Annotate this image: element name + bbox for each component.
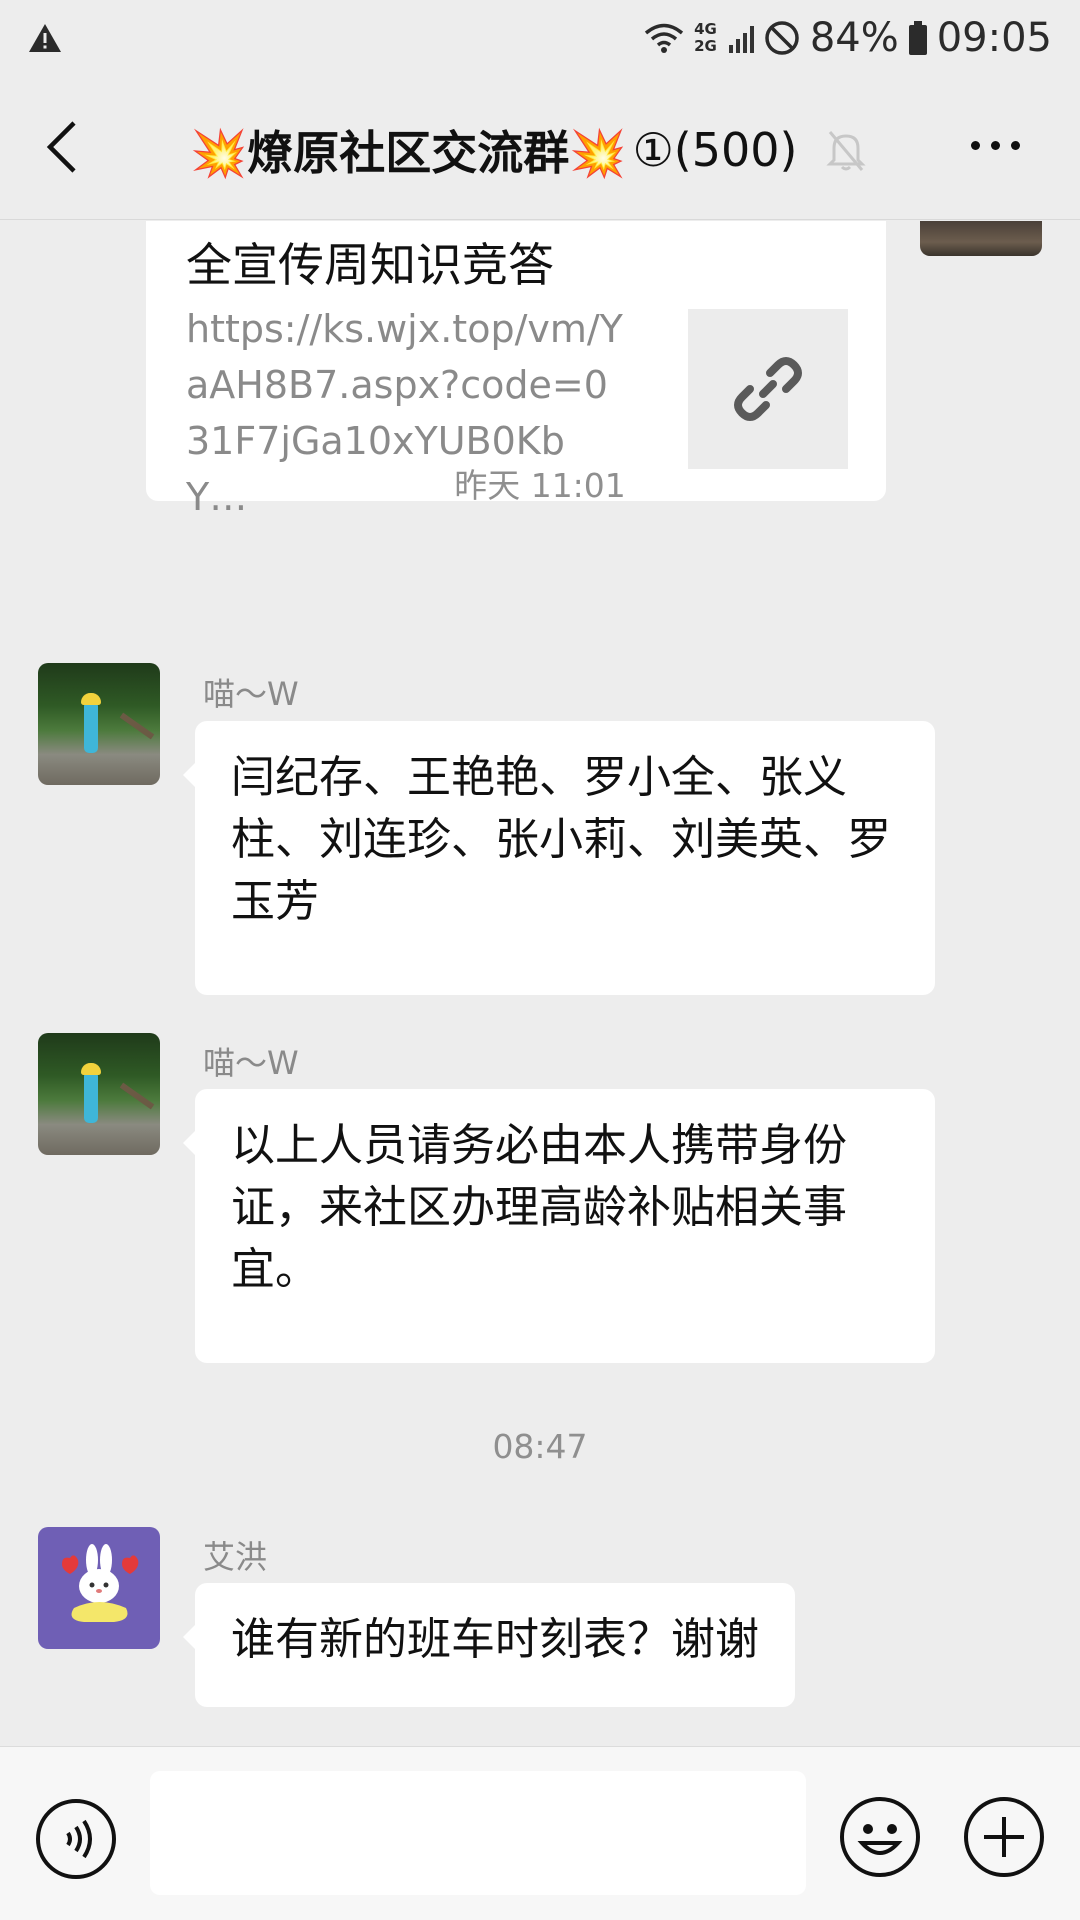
clock: 09:05 [936, 14, 1052, 61]
status-left [28, 23, 62, 53]
voice-button[interactable] [34, 1797, 118, 1885]
mute-bell-icon [825, 128, 866, 172]
timestamp: 昨天 11:01 [454, 466, 626, 505]
signal-icon [728, 23, 754, 53]
sender-name: 艾洪 [203, 1538, 268, 1576]
avatar[interactable] [38, 1527, 160, 1649]
link-thumbnail [688, 309, 848, 469]
wifi-icon [644, 23, 684, 53]
status-bar: 4G 2G 84% 09:05 [0, 0, 1080, 75]
own-avatar[interactable] [920, 221, 1042, 256]
link-icon [734, 357, 802, 421]
rabbit-sticker-icon [62, 1544, 139, 1622]
emoji-button[interactable] [838, 1795, 922, 1883]
message-bubble[interactable]: 以上人员请务必由本人携带身份证，来社区办理高龄补贴相关事宜。 [183, 1089, 935, 1363]
chat-title[interactable]: 💥燎原社区交流群💥 ①(500) [190, 115, 890, 185]
status-right: 4G 2G 84% 09:05 [644, 15, 1052, 61]
warning-icon [29, 23, 61, 52]
message-list[interactable]: 全宣传周知识竞答 https://ks.wjx.top/vm/YaAH8B7.a… [0, 221, 1080, 1746]
group-name: 💥燎原社区交流群💥 [190, 126, 627, 180]
avatar[interactable] [38, 1033, 160, 1155]
plus-icon [964, 1797, 1044, 1877]
message-bubble[interactable]: 谁有新的班车时刻表？谢谢 [183, 1583, 795, 1707]
more-icon[interactable] [960, 125, 1030, 165]
sender-name: 喵～W [203, 1044, 299, 1082]
input-bar [0, 1746, 1080, 1920]
do-not-disturb-icon [765, 20, 799, 55]
message-input[interactable] [150, 1771, 806, 1895]
network-bottom-label: 2G [694, 36, 717, 55]
network-top-label: 4G [694, 19, 717, 38]
message-bubble[interactable]: 闫纪存、王艳艳、罗小全、张义柱、刘连珍、张小莉、刘美英、罗玉芳 [183, 721, 935, 995]
back-button[interactable] [36, 117, 86, 177]
link-title: 全宣传周知识竞答 [186, 238, 554, 292]
voice-icon [36, 1799, 116, 1879]
network-type: 4G 2G [694, 19, 717, 55]
sender-name: 喵～W [203, 675, 299, 713]
battery-icon [908, 20, 927, 55]
more-actions-button[interactable] [962, 1795, 1046, 1883]
timestamp: 08:47 [492, 1427, 588, 1466]
battery-percent: 84% [809, 14, 899, 61]
chat-header: 💥燎原社区交流群💥 ①(500) [0, 75, 1080, 220]
back-icon [46, 121, 76, 173]
emoji-icon [840, 1797, 920, 1877]
avatar[interactable] [38, 663, 160, 785]
member-count: ①(500) [632, 123, 798, 177]
